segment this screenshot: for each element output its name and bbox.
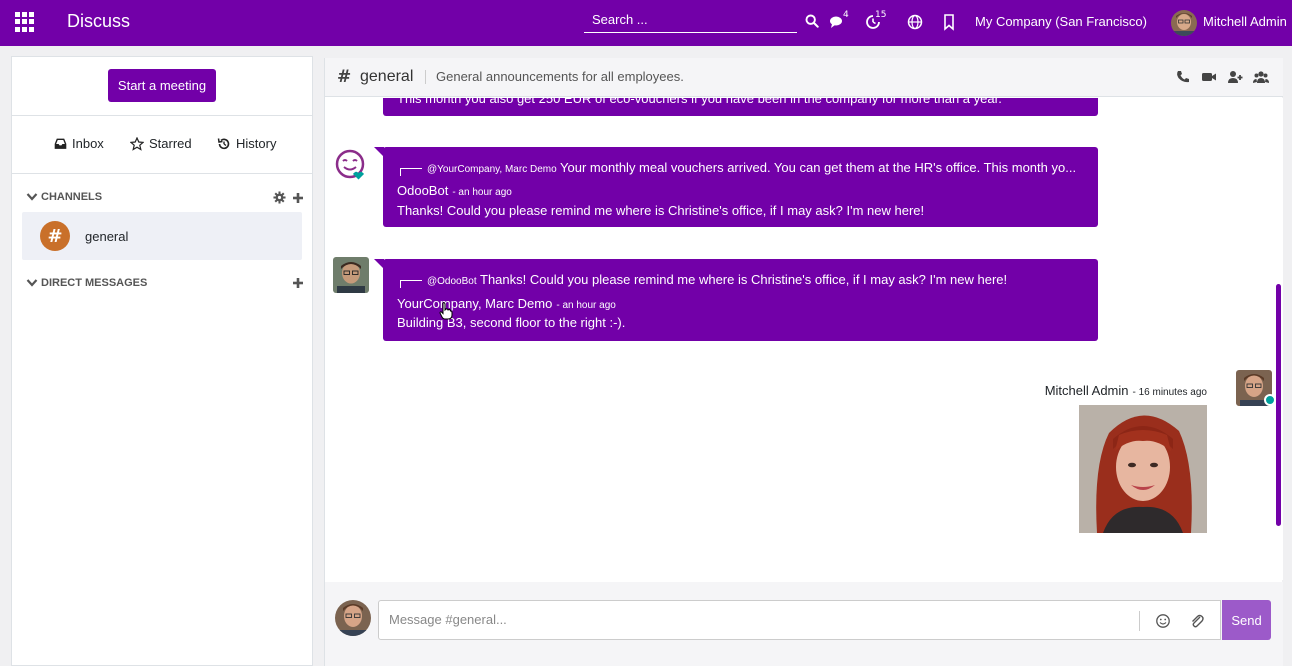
discuss-sidebar: Start a meeting Inbox Starred History CH… bbox=[11, 56, 313, 666]
phone-icon[interactable] bbox=[1175, 69, 1191, 85]
composer-separator bbox=[1139, 611, 1140, 631]
sidebar-divider bbox=[12, 173, 312, 174]
emoji-icon[interactable] bbox=[1155, 613, 1171, 629]
message-image-attachment[interactable] bbox=[1079, 405, 1207, 533]
channels-section-label: CHANNELS bbox=[41, 191, 103, 203]
message-date: - an hour ago bbox=[452, 187, 512, 198]
search-bar bbox=[584, 6, 797, 33]
top-navbar: Discuss 4 15 My Company (San Francisco) bbox=[0, 0, 1292, 46]
message-header: YourCompany, Marc Demo - an hour ago bbox=[397, 296, 616, 311]
gear-icon[interactable] bbox=[273, 191, 286, 204]
own-message-author[interactable]: Mitchell Admin bbox=[1045, 383, 1129, 398]
add-user-icon[interactable] bbox=[1227, 69, 1243, 85]
reply-author: @OdooBot bbox=[427, 276, 477, 287]
mailbox-history-label: History bbox=[236, 136, 277, 151]
reply-preview[interactable]: @YourCompany, Marc Demo Your monthly mea… bbox=[427, 160, 1076, 175]
message-body: This month you also get 250 EUR of eco-v… bbox=[397, 98, 1002, 106]
reply-text: Your monthly meal vouchers arrived. You … bbox=[560, 160, 1077, 175]
message-author[interactable]: OdooBot bbox=[397, 183, 448, 198]
own-message-header: Mitchell Admin - 16 minutes ago bbox=[1045, 383, 1207, 398]
globe-icon[interactable] bbox=[906, 13, 924, 31]
thread-view: # general General announcements for all … bbox=[324, 58, 1283, 666]
mailbox-inbox-label: Inbox bbox=[72, 136, 104, 151]
mailbox-starred[interactable]: Starred bbox=[130, 136, 192, 151]
message-list-scrollbar[interactable] bbox=[1274, 98, 1282, 580]
odoobot-avatar[interactable] bbox=[333, 148, 369, 184]
thread-header: # general General announcements for all … bbox=[325, 58, 1283, 97]
direct-messages-section-toggle[interactable]: DIRECT MESSAGES bbox=[26, 277, 147, 289]
message-list[interactable]: This month you also get 250 EUR of eco-v… bbox=[325, 98, 1283, 580]
video-camera-icon[interactable] bbox=[1201, 69, 1217, 85]
user-menu-name[interactable]: Mitchell Admin bbox=[1203, 14, 1287, 29]
message-date: - an hour ago bbox=[556, 300, 616, 311]
message-item[interactable]: @OdooBot Thanks! Could you please remind… bbox=[374, 259, 1098, 341]
message-composer: Send bbox=[325, 582, 1283, 666]
activities-badge: 15 bbox=[875, 10, 887, 20]
composer-box bbox=[378, 600, 1221, 640]
app-title[interactable]: Discuss bbox=[67, 11, 130, 32]
thread-actions bbox=[1175, 69, 1269, 85]
hashtag-icon: # bbox=[40, 221, 70, 251]
channel-name: general bbox=[85, 228, 129, 244]
sidebar-divider bbox=[12, 115, 312, 116]
inbox-icon bbox=[54, 138, 67, 149]
send-button[interactable]: Send bbox=[1222, 600, 1271, 640]
reply-author: @YourCompany, Marc Demo bbox=[427, 164, 557, 175]
start-meeting-button[interactable]: Start a meeting bbox=[108, 69, 216, 102]
own-message-date: - 16 minutes ago bbox=[1132, 387, 1208, 398]
message-header: OdooBot - an hour ago bbox=[397, 183, 512, 198]
thread-description[interactable]: General announcements for all employees. bbox=[436, 69, 684, 84]
mailbox-starred-label: Starred bbox=[149, 136, 192, 151]
members-icon[interactable] bbox=[1253, 69, 1269, 85]
marc-demo-avatar[interactable] bbox=[333, 257, 369, 293]
messages-badge: 4 bbox=[843, 10, 849, 20]
message-author[interactable]: YourCompany, Marc Demo bbox=[397, 296, 552, 311]
message-body: Thanks! Could you please remind me where… bbox=[397, 203, 925, 218]
search-input[interactable] bbox=[584, 6, 797, 32]
mailbox-history[interactable]: History bbox=[217, 136, 276, 151]
message-item[interactable]: @YourCompany, Marc Demo Your monthly mea… bbox=[374, 147, 1098, 227]
apps-menu-icon[interactable] bbox=[15, 12, 35, 32]
message-input[interactable] bbox=[389, 612, 1129, 627]
bookmark-icon[interactable] bbox=[940, 13, 958, 31]
search-icon[interactable] bbox=[805, 14, 819, 28]
reply-connector bbox=[400, 168, 422, 176]
paperclip-icon[interactable] bbox=[1189, 613, 1205, 629]
message-partial: This month you also get 250 EUR of eco-v… bbox=[383, 98, 1098, 116]
composer-user-avatar bbox=[335, 600, 371, 636]
channel-hash-icon: # bbox=[337, 67, 352, 87]
mailbox-inbox[interactable]: Inbox bbox=[54, 136, 104, 151]
reply-preview[interactable]: @OdooBot Thanks! Could you please remind… bbox=[427, 272, 1007, 287]
chevron-down-icon bbox=[26, 279, 38, 287]
header-separator bbox=[425, 70, 426, 84]
chevron-down-icon bbox=[26, 193, 38, 201]
direct-messages-actions bbox=[292, 277, 304, 289]
message-body: Building B3, second floor to the right :… bbox=[397, 315, 626, 330]
direct-messages-section-label: DIRECT MESSAGES bbox=[41, 277, 148, 289]
channels-section-toggle[interactable]: CHANNELS bbox=[26, 191, 102, 203]
add-direct-message-plus-icon[interactable] bbox=[292, 277, 304, 289]
hand-cursor-icon bbox=[439, 302, 453, 320]
add-channel-plus-icon[interactable] bbox=[292, 192, 304, 204]
thread-name[interactable]: general bbox=[360, 68, 413, 86]
reply-text: Thanks! Could you please remind me where… bbox=[480, 272, 1008, 287]
history-icon bbox=[217, 137, 230, 149]
channels-actions bbox=[273, 191, 304, 204]
reply-connector bbox=[400, 280, 422, 288]
scrollbar-thumb[interactable] bbox=[1276, 284, 1281, 526]
user-avatar[interactable] bbox=[1171, 10, 1197, 36]
company-switcher[interactable]: My Company (San Francisco) bbox=[975, 14, 1147, 29]
star-icon bbox=[130, 136, 144, 151]
channel-item-general[interactable]: # general bbox=[22, 212, 302, 260]
